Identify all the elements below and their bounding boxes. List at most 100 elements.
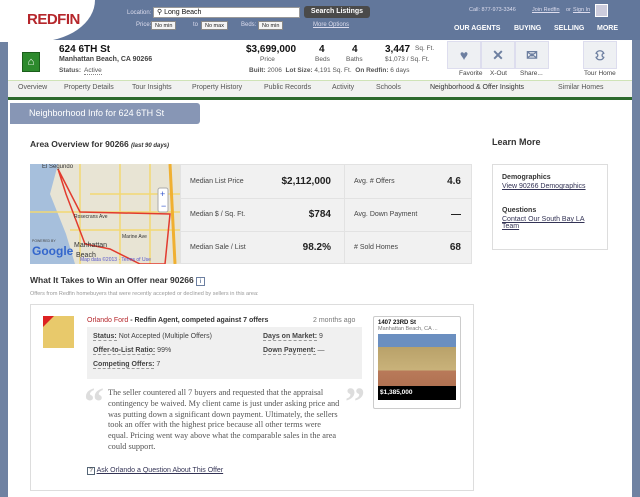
join-link[interactable]: Join Redfin bbox=[532, 7, 560, 13]
offers-heading: What It Takes to Win an Offer near 90266… bbox=[30, 275, 206, 286]
offers-title: What It Takes to Win an Offer near 90266 bbox=[30, 275, 194, 285]
ask-question-link[interactable]: Ask Orlando a Question About This Offer bbox=[97, 467, 224, 474]
status-label: Status: bbox=[93, 333, 117, 341]
tab-similar-homes[interactable]: Similar Homes bbox=[558, 84, 604, 91]
nav-buying[interactable]: BUYING bbox=[514, 25, 541, 32]
price: $3,699,000 bbox=[246, 44, 297, 55]
heart-icon: ♥ bbox=[459, 47, 469, 63]
share-button[interactable]: ✉ bbox=[515, 41, 549, 69]
down-label: Down Payment: bbox=[263, 347, 316, 355]
agent-quote: The seller countered all 7 buyers and re… bbox=[108, 388, 340, 451]
stat-label: # Sold Homes bbox=[354, 244, 398, 251]
area-title: Area Overview for 90266 bbox=[30, 139, 129, 149]
beds: 4 bbox=[319, 44, 325, 55]
more-options-link[interactable]: More Options bbox=[313, 22, 349, 28]
to-label: to bbox=[193, 22, 199, 28]
demographics-title: Demographics bbox=[502, 174, 551, 181]
location-label: Location: bbox=[127, 10, 152, 16]
sqft-unit: Sq. Ft. bbox=[415, 45, 435, 52]
contact-team-link[interactable]: Contact Our South Bay LA Team bbox=[502, 216, 598, 230]
lot-value: 4,191 Sq. Ft. bbox=[314, 67, 352, 74]
search-listings-button[interactable]: Search Listings bbox=[304, 6, 370, 18]
sign-in-link[interactable]: Sign In bbox=[573, 7, 590, 13]
avatar-icon[interactable] bbox=[595, 4, 608, 17]
map-terms-link[interactable]: Map data ©2013 · Terms of Use bbox=[80, 257, 151, 263]
favorite-button[interactable]: ♥ bbox=[447, 41, 481, 69]
tab-underline bbox=[8, 97, 632, 100]
close-quote-icon: ” bbox=[345, 379, 365, 424]
stat-label: Avg. # Offers bbox=[354, 178, 395, 185]
stat-label: Median $ / Sq. Ft. bbox=[190, 211, 246, 218]
stat-label: Avg. Down Payment bbox=[354, 211, 418, 218]
xout-label[interactable]: X-Out bbox=[490, 70, 507, 77]
ratio-label: Offer-to-List Ratio: bbox=[93, 347, 156, 355]
envelope-icon: ✉ bbox=[526, 47, 538, 63]
learn-more-heading: Learn More bbox=[492, 137, 541, 147]
google-logo: Google bbox=[32, 244, 74, 258]
learn-more-box: Demographics View 90266 Demographics Que… bbox=[492, 164, 608, 250]
tab-property-details[interactable]: Property Details bbox=[64, 84, 114, 91]
nav-our-agents[interactable]: OUR AGENTS bbox=[454, 25, 500, 32]
comparable-home-card[interactable]: 1407 23RD St Manhattan Beach, CA ... $1,… bbox=[373, 316, 461, 409]
map-label-el-segundo: El Segundo bbox=[42, 164, 74, 170]
comp-address: 1407 23RD St bbox=[378, 320, 417, 326]
tab-activity[interactable]: Activity bbox=[332, 84, 354, 91]
tab-neighborhood-offer-insights[interactable]: Neighborhood & Offer Insights bbox=[430, 84, 524, 91]
area-map[interactable]: + − El Segundo Rosecrans Ave Marine Ave M… bbox=[30, 164, 180, 264]
stat-value: $2,112,000 bbox=[281, 176, 332, 187]
nav-selling[interactable]: SELLING bbox=[554, 25, 584, 32]
tab-tour-insights[interactable]: Tour Insights bbox=[132, 84, 172, 91]
demographics-link[interactable]: View 90266 Demographics bbox=[502, 183, 598, 190]
agent-name-link[interactable]: Orlando Ford bbox=[87, 317, 128, 324]
offers-subtitle: Offers from Redfin homebuyers that were … bbox=[30, 291, 259, 297]
share-label[interactable]: Share... bbox=[520, 70, 543, 77]
map-label-street: Rosecrans Ave bbox=[74, 214, 108, 220]
tab-overview[interactable]: Overview bbox=[18, 84, 47, 91]
ask-question[interactable]: ? Ask Orlando a Question About This Offe… bbox=[87, 467, 223, 475]
offer-time: 2 months ago bbox=[313, 317, 356, 324]
map-label-manhattan: Manhattan bbox=[74, 242, 108, 249]
xout-button[interactable]: ✕ bbox=[481, 41, 515, 69]
status-value: Not Accepted (Multiple Offers) bbox=[118, 333, 212, 340]
stat-value: 98.2% bbox=[302, 242, 331, 253]
tour-home-button[interactable]: ⛻ bbox=[583, 41, 617, 69]
section-title: Neighborhood Info for 624 6TH St bbox=[10, 103, 200, 124]
car-icon: ⛻ bbox=[594, 47, 606, 63]
comp-price: $1,385,000 bbox=[378, 386, 456, 400]
stat-label: Median List Price bbox=[190, 178, 244, 185]
powered-by: POWERED BY bbox=[32, 239, 56, 243]
beds-min-select[interactable]: No min bbox=[258, 21, 284, 30]
property-address: 624 6TH St bbox=[59, 44, 111, 55]
sqft: 3,447 bbox=[385, 44, 411, 55]
agent-photo[interactable] bbox=[43, 316, 74, 348]
status-value: Active bbox=[84, 67, 102, 75]
nav-more[interactable]: MORE bbox=[597, 25, 618, 32]
competing-label: Competing Offers: bbox=[93, 361, 155, 369]
tab-schools[interactable]: Schools bbox=[376, 84, 401, 91]
area-period: (last 90 days) bbox=[131, 143, 170, 149]
location-input[interactable]: ⚲ Long Beach bbox=[153, 7, 300, 18]
dom-value: 9 bbox=[319, 333, 323, 340]
beds-caption: Beds bbox=[315, 56, 330, 63]
stat-value: 68 bbox=[449, 242, 461, 253]
agent-line: Orlando Ford - Redfin Agent, competed ag… bbox=[87, 317, 268, 324]
tour-home-label[interactable]: Tour Home bbox=[584, 70, 616, 77]
info-icon[interactable]: i bbox=[196, 277, 206, 286]
tab-public-records[interactable]: Public Records bbox=[264, 84, 311, 91]
onredfin-value: 6 days bbox=[390, 67, 410, 74]
question-icon: ? bbox=[87, 467, 95, 475]
area-overview-heading: Area Overview for 90266 (last 90 days) bbox=[30, 139, 169, 149]
agent-description: - Redfin Agent, competed against 7 offer… bbox=[130, 317, 269, 324]
comp-city: Manhattan Beach, CA ... bbox=[378, 326, 438, 332]
price-min-select[interactable]: No min bbox=[151, 21, 177, 30]
phone: Call: 877-973-3346 bbox=[469, 7, 516, 13]
price-per-sqft: $1,073 / Sq. Ft. bbox=[385, 56, 430, 63]
stat-label: Median Sale / List bbox=[190, 244, 246, 251]
or-text: or bbox=[566, 7, 571, 13]
price-max-select[interactable]: No max bbox=[201, 21, 228, 30]
favorite-label[interactable]: Favorite bbox=[459, 70, 482, 77]
dom-label: Days on Market: bbox=[263, 333, 318, 341]
stat-value: $784 bbox=[308, 209, 331, 220]
open-quote-icon: “ bbox=[84, 379, 104, 424]
tab-property-history[interactable]: Property History bbox=[192, 84, 242, 91]
